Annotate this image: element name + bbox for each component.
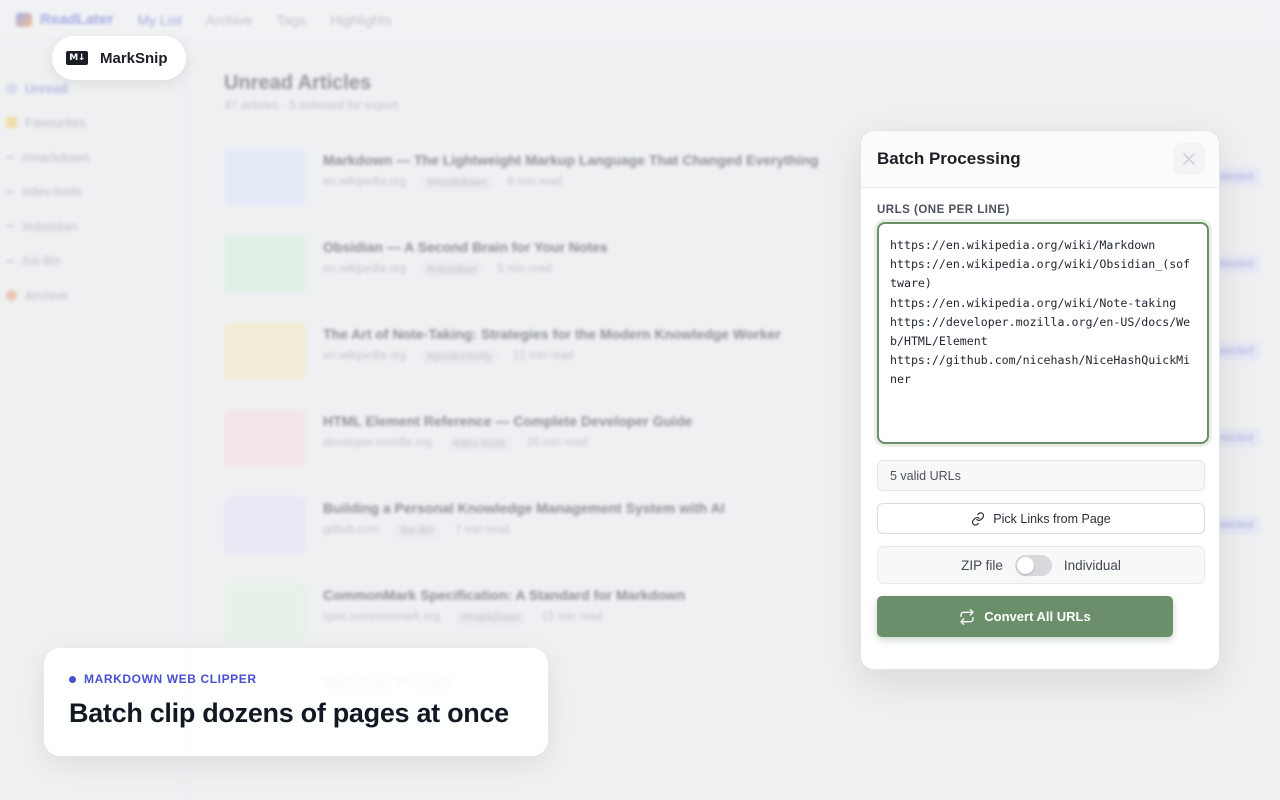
article-title: Obsidian — A Second Brain for Your Notes: [323, 239, 608, 255]
article-read: 7 min read: [455, 524, 510, 536]
eyebrow-text: MARKDOWN WEB CLIPPER: [84, 672, 257, 686]
caption-title: Batch clip dozens of pages at once: [69, 698, 509, 728]
article-thumbnail: [224, 409, 306, 467]
article-row: The Art of Note-Taking: Strategies for t…: [224, 322, 864, 382]
article-tag: #ai-llm: [395, 524, 440, 538]
article-tag: #markdown: [455, 611, 526, 625]
sidebar-item-archive: Archive: [0, 278, 184, 313]
toggle-label-individual: Individual: [1063, 557, 1121, 573]
article-meta: spec.commonmark.org #markdown 15 min read: [323, 611, 602, 625]
caption-eyebrow: MARKDOWN WEB CLIPPER: [69, 672, 523, 686]
article-domain: en.wikipedia.org: [323, 350, 407, 362]
urls-textarea[interactable]: [877, 222, 1209, 444]
badge-label: MarkSnip: [100, 49, 168, 67]
article-read: 12 min read: [512, 350, 574, 362]
brand: ReadLater: [16, 11, 113, 28]
panel-title: Batch Processing: [877, 149, 1021, 168]
article-thumbnail: [224, 583, 306, 641]
article-read: 15 min read: [541, 611, 603, 623]
sidebar-item-dev-tools: #dev-tools: [0, 175, 184, 210]
page-subtitle: 47 articles · 5 selected for export: [224, 98, 399, 112]
article-row: Markdown — The Lightweight Markup Langua…: [224, 148, 864, 208]
output-mode-toggle-row: ZIP file Individual: [877, 546, 1205, 584]
repeat-icon: [960, 608, 974, 625]
article-read: 20 min read: [526, 437, 588, 449]
article-meta: developer.mozilla.org #dev-tools 20 min re…: [323, 437, 587, 451]
article-meta: en.wikipedia.org #markdown 8 min read: [323, 176, 562, 190]
top-navigation: ReadLater My List Archive Tags Highlight…: [0, 0, 1280, 40]
tag-icon: [6, 225, 14, 228]
article-domain: spec.commonmark.org: [323, 611, 440, 623]
article-title: HTML Element Reference — Complete Develo…: [323, 413, 693, 429]
article-tag: #dev-tools: [447, 437, 511, 451]
markdown-icon: M↓: [66, 51, 88, 65]
article-tag: #productivity: [422, 350, 497, 364]
switch-knob: [1016, 556, 1034, 574]
archive-icon: [6, 289, 17, 301]
panel-header: Batch Processing: [861, 131, 1219, 188]
sidebar-item-obsidian: #obsidian: [0, 209, 184, 244]
article-title: Markdown — The Lightweight Markup Langua…: [323, 152, 819, 168]
brand-logo-icon: [16, 12, 32, 27]
marksnip-badge: M↓ MarkSnip: [52, 36, 186, 80]
convert-all-button[interactable]: Convert All URLs: [877, 596, 1173, 637]
close-icon: [1183, 153, 1195, 165]
article-thumbnail: [224, 235, 306, 293]
article-thumbnail: [224, 148, 306, 206]
convert-label: Convert All URLs: [984, 609, 1091, 624]
article-domain: developer.mozilla.org: [323, 437, 432, 449]
article-row: Obsidian — A Second Brain for Your Notes…: [224, 235, 864, 295]
nav-highlights: Highlights: [329, 11, 392, 28]
article-meta: github.com #ai-llm 7 min read: [323, 524, 509, 538]
inbox-icon: [6, 82, 17, 94]
sidebar-item-favourites: Favourites: [0, 106, 184, 141]
article-read: 8 min read: [507, 176, 562, 188]
bullet-dot-icon: [69, 675, 76, 683]
pick-links-label: Pick Links from Page: [993, 511, 1111, 526]
brand-name: ReadLater: [40, 11, 114, 28]
tag-icon: [6, 259, 14, 262]
valid-url-count: 5 valid URLs: [877, 460, 1205, 491]
article-title: The Art of Note-Taking: Strategies for t…: [323, 326, 781, 342]
caption-card: MARKDOWN WEB CLIPPER Batch clip dozens o…: [44, 648, 548, 756]
zip-individual-switch[interactable]: [1014, 554, 1052, 576]
nav-archive: Archive: [205, 11, 253, 28]
tag-icon: [6, 190, 14, 193]
star-icon: [6, 117, 17, 129]
close-button[interactable]: [1173, 143, 1205, 175]
link-icon: [972, 511, 985, 526]
article-domain: en.wikipedia.org: [323, 176, 407, 188]
batch-processing-panel: Batch Processing URLS (ONE PER LINE) 5 v…: [860, 130, 1220, 670]
page-title: Unread Articles: [224, 72, 372, 94]
article-meta: en.wikipedia.org #productivity 12 min read: [323, 350, 573, 364]
panel-body: URLS (ONE PER LINE) 5 valid URLs Pick Li…: [861, 204, 1219, 584]
urls-field-label: URLS (ONE PER LINE): [877, 204, 1010, 216]
article-thumbnail: [224, 322, 306, 380]
article-tag: #obsidian: [422, 263, 482, 277]
article-read: 5 min read: [497, 263, 552, 275]
article-thumbnail: [224, 496, 306, 554]
tag-icon: [6, 156, 14, 159]
article-meta: en.wikipedia.org #obsidian 5 min read: [323, 263, 552, 277]
article-domain: github.com: [323, 524, 380, 536]
article-row: CommonMark Specification: A Standard for…: [224, 583, 864, 643]
sidebar-item-markdown: #markdown: [0, 140, 184, 175]
article-row: Building a Personal Knowledge Management…: [224, 496, 864, 556]
toggle-label-zip: ZIP file: [961, 557, 1003, 573]
nav-tags: Tags: [276, 11, 306, 28]
article-title: Building a Personal Knowledge Management…: [323, 500, 725, 516]
article-domain: en.wikipedia.org: [323, 263, 407, 275]
sidebar-item-ai-llm: #ai-llm: [0, 244, 184, 279]
nav-my-list: My List: [137, 11, 182, 28]
pick-links-button[interactable]: Pick Links from Page: [877, 503, 1205, 534]
article-tag: #markdown: [422, 176, 492, 190]
article-row: HTML Element Reference — Complete Develo…: [224, 409, 864, 469]
article-title: CommonMark Specification: A Standard for…: [323, 587, 686, 603]
